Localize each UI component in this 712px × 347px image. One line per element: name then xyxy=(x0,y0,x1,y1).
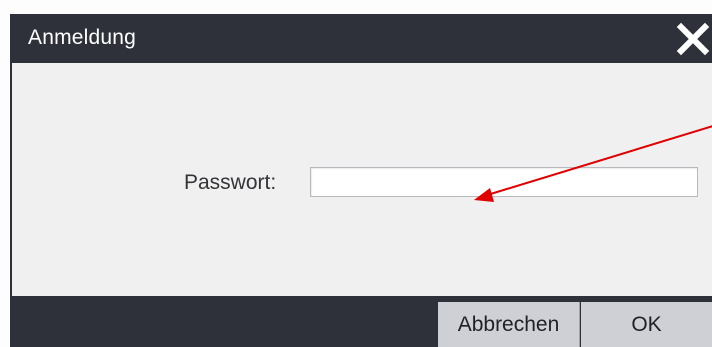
dialog-content: Passwort: xyxy=(12,63,712,296)
cancel-button[interactable]: Abbrechen xyxy=(438,302,580,347)
dialog-footer: Abbrechen OK xyxy=(12,296,712,347)
dialog-titlebar: Anmeldung xyxy=(12,14,712,63)
password-input[interactable] xyxy=(310,167,698,197)
dialog-title: Anmeldung xyxy=(28,26,137,49)
password-label: Passwort: xyxy=(184,171,277,194)
ok-button[interactable]: OK xyxy=(581,302,712,347)
close-button[interactable] xyxy=(670,14,712,63)
screenshot-frame: Anmeldung Passwort: Abbrechen OK xyxy=(0,0,712,347)
close-x-icon xyxy=(676,22,710,56)
login-dialog: Anmeldung Passwort: Abbrechen OK xyxy=(10,14,712,347)
